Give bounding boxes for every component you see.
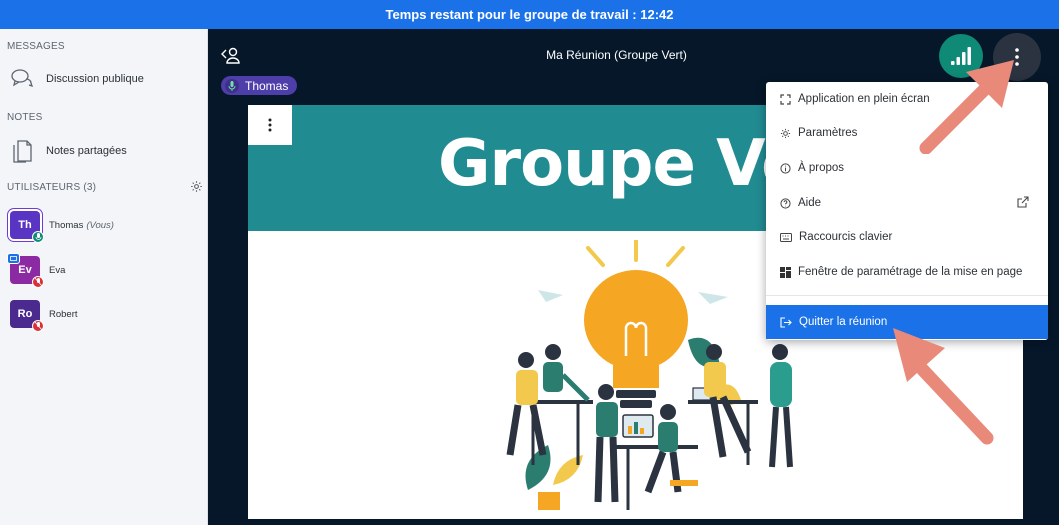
public-chat-item[interactable]: Discussion publique — [10, 67, 144, 91]
shared-notes-label: Notes partagées — [46, 145, 127, 157]
keyboard-icon — [780, 232, 792, 242]
teamwork-lightbulb-illustration — [506, 240, 793, 510]
menu-item-keyboard-shortcuts[interactable]: Raccourcis clavier — [766, 220, 1048, 254]
talking-indicator: Thomas — [221, 76, 298, 95]
presenter-icon — [7, 253, 20, 264]
avatar: Th — [10, 211, 44, 243]
talker-name: Thomas — [245, 78, 289, 93]
external-link-icon — [1017, 196, 1029, 208]
avatar-initials: Ro — [17, 308, 33, 320]
menu-item-label: Application en plein écran — [798, 93, 930, 105]
kebab-menu-icon — [268, 118, 272, 132]
menu-item-layout-settings[interactable]: Fenêtre de paramétrage de la mise en pag… — [766, 255, 1048, 289]
microphone-icon — [225, 78, 239, 93]
muted-microphone-icon — [32, 276, 44, 288]
public-chat-label: Discussion publique — [46, 73, 144, 85]
menu-item-label: Aide — [798, 197, 822, 209]
annotation-arrow — [919, 60, 1014, 154]
shared-notes-item[interactable]: Notes partagées — [10, 138, 127, 164]
menu-divider — [766, 295, 1048, 296]
user-name: Eva — [49, 264, 66, 276]
layout-icon — [780, 266, 791, 278]
muted-microphone-icon — [32, 320, 44, 332]
avatar-initials: Ev — [18, 264, 32, 276]
avatar-initials: Th — [18, 219, 32, 231]
user-list-item[interactable]: Ro Robert — [10, 300, 78, 332]
presentation-options-button[interactable] — [248, 105, 292, 145]
users-section-title: UTILISATEURS (3) — [7, 182, 97, 193]
menu-item-help[interactable]: Aide — [766, 186, 1048, 220]
user-name: Thomas — [49, 219, 84, 231]
meeting-title: Ma Réunion (Groupe Vert) — [546, 48, 687, 62]
user-you-label: (Vous) — [86, 219, 114, 231]
user-name: Robert — [49, 308, 78, 320]
info-icon — [780, 162, 791, 174]
annotation-arrow — [893, 328, 994, 445]
logout-icon — [780, 316, 792, 328]
avatar: Ev — [7, 253, 44, 288]
avatar: Ro — [10, 300, 44, 332]
messages-section-title: MESSAGES — [7, 41, 65, 52]
gear-icon[interactable] — [190, 180, 203, 193]
notes-section-title: NOTES — [7, 112, 43, 123]
breakout-timer-banner: Temps restant pour le groupe de travail … — [0, 0, 1059, 29]
user-list-item[interactable]: Th Thomas (Vous) — [10, 211, 114, 243]
user-list-item[interactable]: Ev Eva — [7, 253, 66, 288]
fullscreen-icon — [780, 93, 791, 105]
menu-item-label: Paramètres — [798, 127, 858, 139]
timer-text: Temps restant pour le groupe de travail … — [385, 7, 674, 22]
menu-item-label: À propos — [798, 162, 845, 174]
menu-item-label: Raccourcis clavier — [799, 231, 893, 243]
menu-item-label: Fenêtre de paramétrage de la mise en pag… — [798, 266, 1023, 278]
notes-icon — [13, 140, 32, 163]
microphone-icon — [32, 231, 44, 243]
gear-icon — [780, 128, 791, 138]
chat-icon — [11, 69, 34, 88]
menu-item-about[interactable]: À propos — [766, 151, 1048, 185]
sidebar: MESSAGES Discussion publique NOTES Notes… — [0, 29, 208, 525]
help-icon — [780, 197, 791, 209]
menu-item-label: Quitter la réunion — [799, 316, 888, 328]
